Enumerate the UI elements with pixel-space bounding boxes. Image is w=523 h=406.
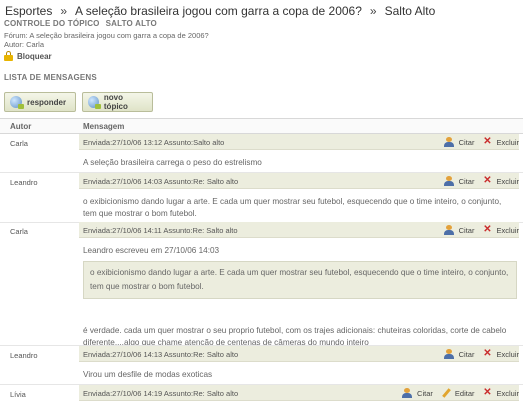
delete-label: Excluir [496, 388, 519, 398]
message-author: Leandro [10, 178, 38, 187]
message-body: Virou um desfile de modas exoticas [83, 370, 213, 379]
new-topic-button[interactable]: novo tópico [82, 92, 153, 112]
delete-icon: ✕ [483, 224, 492, 235]
message-meta: Enviada:27/10/06 14:11 Assunto:Re: Salto… [83, 226, 238, 235]
new-topic-icon [88, 96, 101, 109]
pencil-icon [441, 388, 451, 398]
message-body: Leandro escreveu em 27/10/06 14:03 o exi… [83, 245, 517, 349]
cite-button[interactable]: Citar [443, 176, 475, 186]
message-row: Leandro Enviada:27/10/06 14:03 Assunto:R… [0, 173, 523, 223]
lock-topic-button[interactable]: Bloquear [4, 51, 52, 61]
cite-button[interactable]: Citar [443, 225, 475, 235]
message-actions: Citar ✕ Excluir [443, 349, 519, 359]
message-meta: Enviada:27/10/06 13:12 Assunto:Salto alt… [83, 138, 225, 147]
cite-icon [443, 137, 455, 147]
breadcrumb-item-topic[interactable]: Salto Alto [385, 4, 436, 18]
cite-button[interactable]: Citar [443, 349, 475, 359]
cite-label: Citar [458, 176, 475, 186]
reply-icon [10, 96, 24, 109]
edit-button[interactable]: Editar [441, 388, 475, 398]
breadcrumb: Esportes » A seleção brasileira jogou com … [5, 4, 435, 18]
message-meta: Enviada:27/10/06 14:03 Assunto:Re: Salto… [83, 177, 239, 186]
cite-icon [402, 388, 413, 398]
cite-button[interactable]: Citar [443, 137, 475, 147]
quote-author-line: Leandro escreveu em 27/10/06 14:03 [83, 246, 220, 255]
reply-button-label: responder [27, 97, 67, 107]
delete-icon: ✕ [483, 175, 492, 186]
message-meta: Enviada:27/10/06 14:19 Assunto:Re: Salto… [83, 389, 239, 398]
delete-button[interactable]: ✕ Excluir [482, 176, 519, 186]
message-table: Autor Mensagem [0, 118, 523, 134]
delete-icon: ✕ [483, 348, 492, 359]
message-author: Carla [10, 139, 28, 148]
message-actions: Citar Editar ✕ Excluir [402, 388, 519, 398]
breadcrumb-separator: » [369, 4, 377, 18]
message-actions: Citar ✕ Excluir [443, 176, 519, 186]
delete-label: Excluir [496, 176, 519, 186]
delete-icon: ✕ [483, 387, 492, 398]
delete-button[interactable]: ✕ Excluir [482, 225, 519, 235]
quoted-message: o exibicionismo dando lugar a arte. E ca… [83, 261, 517, 299]
message-header: Enviada:27/10/06 14:13 Assunto:Re: Salto… [79, 346, 519, 362]
delete-label: Excluir [496, 225, 519, 235]
cite-icon [443, 225, 455, 235]
delete-button[interactable]: ✕ Excluir [482, 137, 519, 147]
control-title-label: CONTROLE DO TÓPICO [4, 19, 100, 28]
lock-label: Bloquear [17, 51, 52, 61]
cite-button[interactable]: Citar [402, 388, 433, 398]
cite-label: Citar [458, 225, 475, 235]
message-header: Enviada:27/10/06 14:11 Assunto:Re: Salto… [79, 222, 519, 238]
breadcrumb-separator: » [60, 4, 68, 18]
breadcrumb-item-forum[interactable]: A seleção brasileira jogou com garra a c… [75, 4, 362, 18]
message-header: Enviada:27/10/06 14:19 Assunto:Re: Salto… [79, 385, 519, 401]
delete-icon: ✕ [483, 136, 492, 147]
cite-icon [443, 176, 455, 186]
breadcrumb-item-esportes[interactable]: Esportes [5, 4, 52, 18]
message-author: Carla [10, 227, 28, 236]
delete-label: Excluir [496, 349, 519, 359]
topic-name: SALTO ALTO [105, 19, 157, 28]
lock-icon [4, 51, 13, 61]
new-topic-button-label: novo tópico [103, 93, 128, 111]
author-line: Autor: Carla [4, 40, 45, 49]
message-meta: Enviada:27/10/06 14:13 Assunto:Re: Salto… [83, 350, 239, 359]
message-header: Enviada:27/10/06 14:03 Assunto:Re: Salto… [79, 173, 519, 189]
cite-label: Citar [458, 349, 475, 359]
message-row: Carla Enviada:27/10/06 14:11 Assunto:Re:… [0, 222, 523, 349]
message-author: Leandro [10, 351, 38, 360]
delete-label: Excluir [496, 137, 519, 147]
table-header: Autor Mensagem [0, 118, 523, 134]
cite-icon [443, 349, 455, 359]
topic-control-title: CONTROLE DO TÓPICO SALTO ALTO [4, 19, 157, 28]
message-header: Enviada:27/10/06 13:12 Assunto:Salto alt… [79, 134, 519, 150]
message-actions: Citar ✕ Excluir [443, 137, 519, 147]
message-row: Leandro Enviada:27/10/06 14:13 Assunto:R… [0, 346, 523, 384]
message-author: Lívia [10, 390, 26, 399]
edit-label: Editar [454, 388, 475, 398]
message-row: Carla Enviada:27/10/06 13:12 Assunto:Sal… [0, 134, 523, 172]
message-list-title: LISTA DE MENSAGENS [4, 73, 97, 82]
reply-button[interactable]: responder [4, 92, 76, 112]
column-header-author: Autor [10, 122, 32, 131]
message-body: o exibicionismo dando lugar a arte. E ca… [83, 197, 502, 218]
message-row: Lívia Enviada:27/10/06 14:19 Assunto:Re:… [0, 385, 523, 406]
cite-label: Citar [458, 137, 475, 147]
forum-line: Fórum: A seleção brasileira jogou com ga… [4, 31, 209, 40]
delete-button[interactable]: ✕ Excluir [482, 388, 519, 398]
column-header-message: Mensagem [83, 122, 125, 131]
delete-button[interactable]: ✕ Excluir [482, 349, 519, 359]
message-actions: Citar ✕ Excluir [443, 225, 519, 235]
cite-label: Citar [417, 388, 433, 398]
message-body: A seleção brasileira carrega o peso do e… [83, 158, 262, 167]
